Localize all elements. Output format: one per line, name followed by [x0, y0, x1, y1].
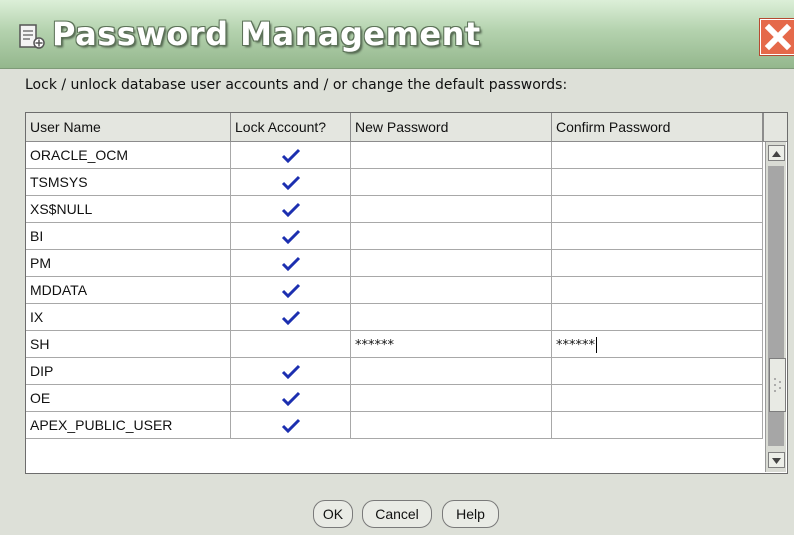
column-header-new-password[interactable]: New Password: [351, 113, 552, 141]
user-name-cell: APEX_PUBLIC_USER: [26, 412, 231, 438]
lock-account-checkbox[interactable]: [231, 196, 351, 222]
confirm-password-field[interactable]: [552, 385, 763, 411]
scroll-up-button[interactable]: [768, 145, 785, 161]
help-button[interactable]: Help: [442, 500, 499, 528]
lock-account-checkbox[interactable]: [231, 304, 351, 330]
checkmark-icon: [281, 176, 300, 191]
user-name-cell: DIP: [26, 358, 231, 384]
close-icon: [764, 23, 792, 51]
ok-button[interactable]: OK: [313, 500, 353, 528]
confirm-password-field[interactable]: [552, 277, 763, 303]
lock-account-checkbox[interactable]: [231, 277, 351, 303]
title-bar[interactable]: Password Management: [0, 0, 794, 69]
checkmark-icon: [281, 257, 300, 272]
new-password-field[interactable]: [351, 304, 552, 330]
scrollbar-track[interactable]: [768, 166, 786, 446]
new-password-field[interactable]: [351, 358, 552, 384]
confirm-password-field[interactable]: [552, 412, 763, 438]
confirm-password-field[interactable]: [552, 304, 763, 330]
confirm-password-field[interactable]: ******: [552, 331, 763, 357]
lock-account-checkbox[interactable]: [231, 223, 351, 249]
confirm-password-field[interactable]: [552, 223, 763, 249]
user-name-cell: MDDATA: [26, 277, 231, 303]
table-row[interactable]: IX: [26, 304, 763, 331]
table-row[interactable]: OE: [26, 385, 763, 412]
table-row[interactable]: TSMSYS: [26, 169, 763, 196]
dialog-title: Password Management: [52, 15, 481, 53]
user-name-cell: OE: [26, 385, 231, 411]
table-row[interactable]: APEX_PUBLIC_USER: [26, 412, 763, 439]
user-accounts-table: User Name Lock Account? New Password Con…: [25, 112, 788, 474]
lock-account-checkbox[interactable]: [231, 358, 351, 384]
checkmark-icon: [281, 230, 300, 245]
checkmark-icon: [281, 149, 300, 164]
new-password-field[interactable]: [351, 250, 552, 276]
confirm-password-value: ******: [556, 338, 595, 353]
user-name-cell: PM: [26, 250, 231, 276]
arrow-down-icon: [772, 458, 781, 464]
arrow-up-icon: [772, 151, 781, 157]
scrollbar-thumb[interactable]: [769, 358, 786, 412]
confirm-password-field[interactable]: [552, 358, 763, 384]
new-password-field[interactable]: [351, 142, 552, 168]
lock-account-checkbox[interactable]: [231, 169, 351, 195]
checkmark-icon: [281, 419, 300, 434]
confirm-password-field[interactable]: [552, 169, 763, 195]
password-management-dialog: Password Management Lock / unlock databa…: [0, 0, 794, 535]
new-password-field[interactable]: [351, 277, 552, 303]
checkmark-icon: [281, 365, 300, 380]
user-name-cell: BI: [26, 223, 231, 249]
new-password-field[interactable]: [351, 169, 552, 195]
new-password-field[interactable]: [351, 412, 552, 438]
confirm-password-field[interactable]: [552, 250, 763, 276]
checkmark-icon: [281, 311, 300, 326]
new-password-field[interactable]: ******: [351, 331, 552, 357]
lock-account-checkbox[interactable]: [231, 412, 351, 438]
new-password-field[interactable]: [351, 196, 552, 222]
table-row[interactable]: XS$NULL: [26, 196, 763, 223]
user-name-cell: XS$NULL: [26, 196, 231, 222]
table-row[interactable]: ORACLE_OCM: [26, 142, 763, 169]
instruction-text: Lock / unlock database user accounts and…: [25, 77, 568, 93]
table-row[interactable]: DIP: [26, 358, 763, 385]
lock-account-checkbox[interactable]: [231, 142, 351, 168]
user-name-cell: TSMSYS: [26, 169, 231, 195]
database-key-icon: [19, 24, 45, 49]
user-name-cell: IX: [26, 304, 231, 330]
confirm-password-field[interactable]: [552, 196, 763, 222]
column-header-lock-account[interactable]: Lock Account?: [231, 113, 351, 141]
lock-account-checkbox[interactable]: [231, 331, 351, 357]
new-password-field[interactable]: [351, 385, 552, 411]
checkmark-icon: [281, 203, 300, 218]
close-button[interactable]: [760, 19, 794, 55]
checkmark-icon: [281, 392, 300, 407]
text-cursor: [596, 337, 597, 354]
confirm-password-field[interactable]: [552, 142, 763, 168]
table-row[interactable]: MDDATA: [26, 277, 763, 304]
new-password-field[interactable]: [351, 223, 552, 249]
lock-account-checkbox[interactable]: [231, 250, 351, 276]
grip-icon: [774, 378, 781, 392]
table-header: User Name Lock Account? New Password Con…: [26, 113, 787, 142]
user-name-cell: SH: [26, 331, 231, 357]
scroll-down-button[interactable]: [768, 452, 785, 468]
user-name-cell: ORACLE_OCM: [26, 142, 231, 168]
table-row[interactable]: BI: [26, 223, 763, 250]
column-header-confirm-password[interactable]: Confirm Password: [552, 113, 763, 141]
table-corner: [763, 113, 787, 141]
column-header-user-name[interactable]: User Name: [26, 113, 231, 141]
lock-account-checkbox[interactable]: [231, 385, 351, 411]
cancel-button[interactable]: Cancel: [362, 500, 432, 528]
new-password-value: ******: [355, 338, 394, 353]
vertical-scrollbar[interactable]: [765, 142, 786, 472]
table-row[interactable]: SH ****** ******: [26, 331, 763, 358]
table-row[interactable]: PM: [26, 250, 763, 277]
checkmark-icon: [281, 284, 300, 299]
